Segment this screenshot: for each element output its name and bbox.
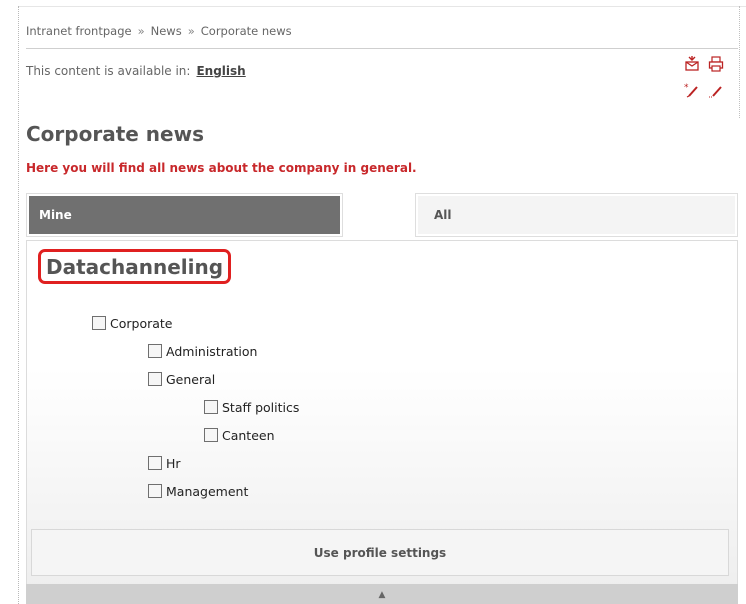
tree-item-label: Administration <box>166 343 258 359</box>
language-availability: This content is available in: English <box>26 64 246 78</box>
chevron-up-icon: ▲ <box>378 590 386 600</box>
tree-item-label: Corporate <box>110 315 173 331</box>
checkbox[interactable] <box>204 400 218 414</box>
breadcrumb-item-intranet-frontpage[interactable]: Intranet frontpage <box>26 24 132 38</box>
checkbox[interactable] <box>148 456 162 470</box>
page-intro: Here you will find all news about the co… <box>26 161 417 175</box>
tab-all-label: All <box>418 196 735 234</box>
print-icon[interactable] <box>707 55 725 73</box>
breadcrumb-separator: » <box>137 24 145 38</box>
use-profile-settings-button[interactable]: Use profile settings <box>31 529 729 576</box>
new-edit-icon[interactable]: * <box>683 81 701 99</box>
checkbox[interactable] <box>92 316 106 330</box>
datachanneling-heading: Datachanneling <box>38 249 232 284</box>
page-tools: * <box>683 55 743 101</box>
tree-item-staff-politics[interactable]: Staff politics <box>204 398 299 416</box>
tab-all[interactable]: All <box>415 193 738 237</box>
checkbox[interactable] <box>204 428 218 442</box>
breadcrumb: Intranet frontpage » News » Corporate news <box>26 24 292 38</box>
availability-label: This content is available in: <box>26 64 191 78</box>
checkbox[interactable] <box>148 484 162 498</box>
tab-mine-label: Mine <box>29 196 340 234</box>
tree-item-administration[interactable]: Administration <box>148 342 257 360</box>
tree-item-hr[interactable]: Hr <box>148 454 181 472</box>
page-title: Corporate news <box>26 122 204 146</box>
tree-item-general[interactable]: General <box>148 370 215 388</box>
breadcrumb-item-corporate-news: Corporate news <box>200 24 292 38</box>
collapse-bar[interactable]: ▲ <box>26 584 738 604</box>
checkbox[interactable] <box>148 372 162 386</box>
tree-item-management[interactable]: Management <box>148 482 248 500</box>
breadcrumb-item-news[interactable]: News <box>151 24 182 38</box>
tree-item-label: Management <box>166 483 249 499</box>
checkbox[interactable] <box>148 344 162 358</box>
breadcrumb-separator: » <box>187 24 195 38</box>
tree-item-label: General <box>166 371 216 387</box>
tab-mine[interactable]: Mine <box>26 193 343 237</box>
frame-top-border <box>18 6 746 7</box>
tree-item-corporate[interactable]: Corporate <box>92 314 173 332</box>
language-link-english[interactable]: English <box>196 64 245 78</box>
tree-item-label: Staff politics <box>222 399 300 415</box>
svg-text:*: * <box>684 83 689 93</box>
frame-left-border <box>18 6 19 604</box>
tree-item-label: Canteen <box>222 427 275 443</box>
tree-item-label: Hr <box>166 455 181 471</box>
breadcrumb-divider <box>26 48 738 49</box>
email-icon[interactable] <box>683 55 701 73</box>
edit-icon[interactable] <box>707 81 725 99</box>
tree-item-canteen[interactable]: Canteen <box>204 426 275 444</box>
